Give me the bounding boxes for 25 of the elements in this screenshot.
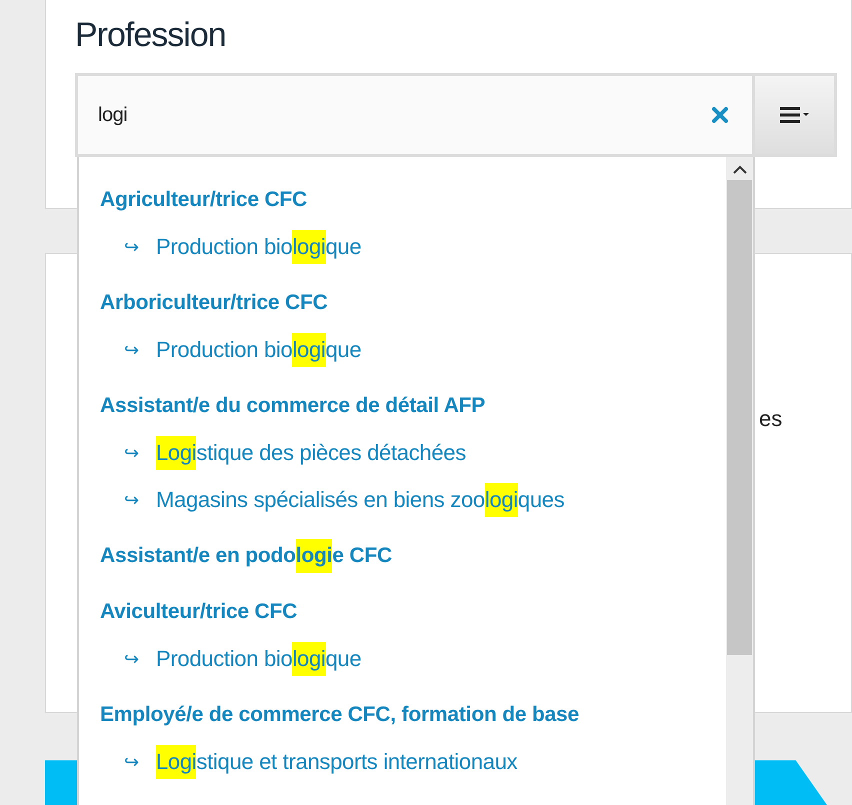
suggestion-item[interactable]: Production biologique bbox=[156, 333, 362, 367]
section-title: Profession bbox=[75, 15, 227, 56]
suggestion-item[interactable]: Magasins spécialisés en biens zoologiques bbox=[156, 483, 564, 517]
suggestion-item[interactable]: Logistique des pièces détachées bbox=[156, 436, 466, 470]
suggestion-heading[interactable]: Agriculteur/trice CFC bbox=[100, 183, 307, 217]
scroll-up-icon[interactable] bbox=[732, 165, 746, 174]
arrow-glyph: ↪ bbox=[124, 339, 140, 362]
suggestion-heading[interactable]: Assistant/e du commerce de détail AFP bbox=[100, 389, 486, 423]
suggestion-heading[interactable]: Aviculteur/trice CFC bbox=[100, 595, 298, 629]
arrow-glyph: ↪ bbox=[124, 489, 140, 512]
suggestion-heading[interactable]: Arboriculteur/trice CFC bbox=[100, 286, 328, 320]
suggestion-item[interactable]: Logistique et transports internationaux bbox=[156, 745, 518, 779]
partial-text: es bbox=[759, 406, 782, 432]
menu-button[interactable] bbox=[755, 73, 837, 157]
suggestion-heading[interactable]: Assistant/e en podologie CFC bbox=[100, 539, 392, 573]
arrow-glyph: ↪ bbox=[124, 648, 140, 671]
arrow-glyph: ↪ bbox=[124, 442, 140, 465]
menu-icon bbox=[780, 106, 810, 124]
arrow-glyph: ↪ bbox=[124, 236, 140, 259]
scrollbar-thumb[interactable] bbox=[727, 180, 752, 655]
suggestion-heading[interactable]: Employé/e de commerce CFC, formation de base bbox=[100, 698, 580, 732]
suggestion-item[interactable]: Production biologique bbox=[156, 642, 362, 676]
scrollbar[interactable] bbox=[726, 157, 753, 805]
suggestion-item[interactable]: Production biologique bbox=[156, 230, 362, 264]
arrow-glyph: ↪ bbox=[124, 751, 140, 774]
